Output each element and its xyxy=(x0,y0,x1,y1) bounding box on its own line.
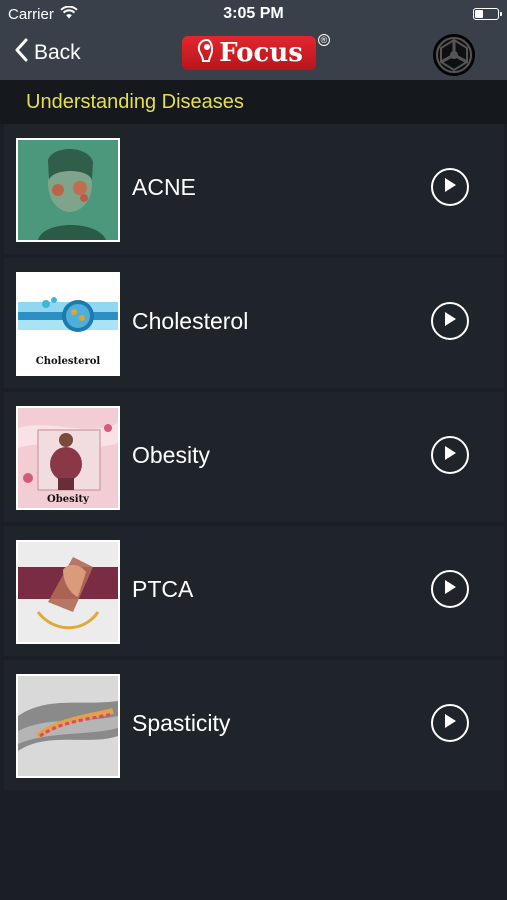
registered-mark: ® xyxy=(318,34,330,46)
status-left: Carrier xyxy=(8,5,78,23)
play-button-spasticity[interactable] xyxy=(431,704,469,742)
item-label: Obesity xyxy=(132,442,210,468)
status-bar: Carrier 3:05 PM xyxy=(0,0,507,28)
play-button-obesity[interactable] xyxy=(431,436,469,474)
play-button-ptca[interactable] xyxy=(431,570,469,608)
section-header: Understanding Diseases xyxy=(0,80,507,124)
item-label: Cholesterol xyxy=(132,308,249,334)
list-item-cholesterol[interactable]: Cholesterol Cholesterol xyxy=(4,258,504,388)
logo-figure-icon xyxy=(195,37,217,70)
play-icon xyxy=(443,579,457,600)
chevron-left-icon xyxy=(14,38,28,68)
back-label: Back xyxy=(34,41,81,64)
section-title: Understanding Diseases xyxy=(26,91,244,113)
item-label: ACNE xyxy=(132,174,196,200)
play-icon xyxy=(443,311,457,332)
thumb-caption: Cholesterol xyxy=(35,356,101,367)
list-item-acne[interactable]: ACNE xyxy=(4,124,504,254)
ptca-thumbnail xyxy=(16,540,120,644)
play-icon xyxy=(443,445,457,466)
item-label: Spasticity xyxy=(132,710,231,736)
acne-thumbnail xyxy=(16,138,120,242)
list-item-spasticity[interactable]: Spasticity xyxy=(4,660,504,790)
menu-wheel-button[interactable] xyxy=(430,32,478,78)
list-item-ptca[interactable]: PTCA xyxy=(4,526,504,656)
play-icon xyxy=(443,177,457,198)
battery-icon xyxy=(473,8,502,20)
focus-logo: Focus xyxy=(182,36,316,70)
list-item-obesity[interactable]: Obesity Obesity xyxy=(4,392,504,522)
nav-bar: Back Focus ® xyxy=(0,28,507,80)
item-label: PTCA xyxy=(132,576,194,602)
wifi-icon xyxy=(60,5,78,23)
back-button[interactable]: Back xyxy=(14,38,81,68)
play-icon xyxy=(443,713,457,734)
spasticity-thumbnail xyxy=(16,674,120,778)
carrier-label: Carrier xyxy=(8,5,54,23)
obesity-thumbnail: Obesity xyxy=(16,406,120,510)
thumb-caption: Obesity xyxy=(47,494,89,505)
play-button-cholesterol[interactable] xyxy=(431,302,469,340)
cholesterol-thumbnail: Cholesterol xyxy=(16,272,120,376)
play-button-acne[interactable] xyxy=(431,168,469,206)
logo-text: Focus xyxy=(219,38,303,68)
